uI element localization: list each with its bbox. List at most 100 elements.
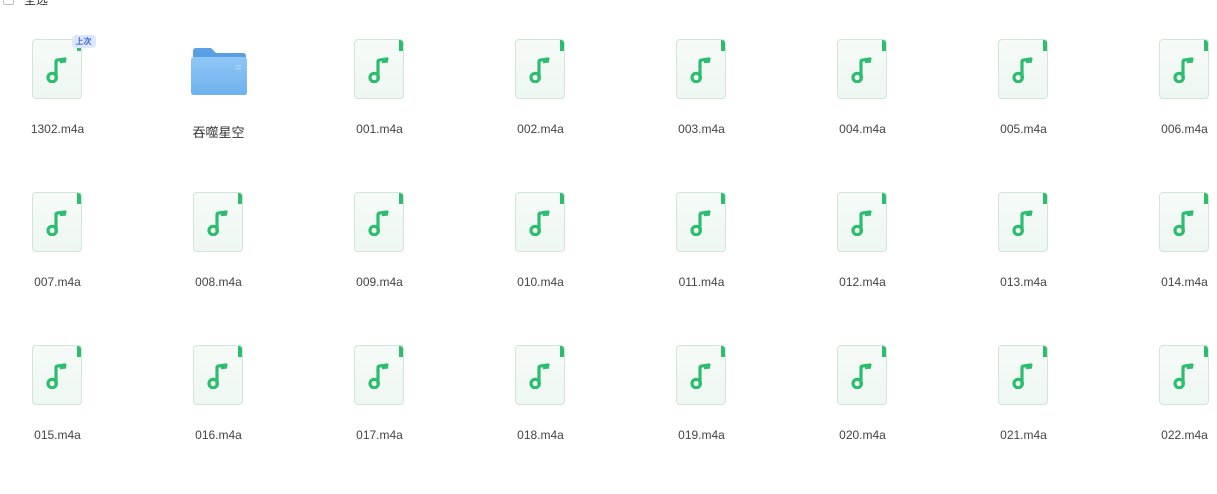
item-icon bbox=[31, 345, 84, 407]
file-corner bbox=[76, 346, 81, 357]
item-icon bbox=[675, 192, 728, 254]
file-item[interactable]: 022.m4a bbox=[1104, 339, 1217, 492]
item-icon bbox=[997, 345, 1050, 407]
file-item[interactable]: 009.m4a bbox=[299, 186, 460, 339]
item-icon bbox=[190, 39, 247, 101]
audio-file-icon bbox=[836, 345, 887, 405]
music-note-icon bbox=[1011, 210, 1033, 236]
file-item[interactable]: 001.m4a bbox=[299, 33, 460, 186]
item-icon bbox=[31, 192, 84, 254]
item-name: 022.m4a bbox=[1161, 428, 1208, 442]
folder-item[interactable]: 吞噬星空 bbox=[138, 33, 299, 186]
item-name: 013.m4a bbox=[1000, 275, 1047, 289]
item-icon bbox=[836, 192, 889, 254]
file-item[interactable]: 012.m4a bbox=[782, 186, 943, 339]
item-name: 006.m4a bbox=[1161, 122, 1208, 136]
item-icon bbox=[1158, 192, 1211, 254]
file-corner bbox=[237, 193, 242, 204]
audio-file-icon bbox=[514, 39, 565, 99]
file-item[interactable]: 010.m4a bbox=[460, 186, 621, 339]
file-item[interactable]: 018.m4a bbox=[460, 339, 621, 492]
file-item[interactable]: 005.m4a bbox=[943, 33, 1104, 186]
audio-file-icon bbox=[836, 39, 887, 99]
file-item[interactable]: 016.m4a bbox=[138, 339, 299, 492]
audio-file-icon bbox=[353, 39, 404, 99]
item-icon: 上次 bbox=[31, 35, 96, 101]
audio-file-icon bbox=[675, 345, 726, 405]
audio-file-icon bbox=[675, 39, 726, 99]
item-icon bbox=[514, 192, 567, 254]
item-icon bbox=[353, 345, 406, 407]
file-item[interactable]: 008.m4a bbox=[138, 186, 299, 339]
file-item[interactable]: 002.m4a bbox=[460, 33, 621, 186]
music-note-icon bbox=[45, 57, 67, 83]
audio-file-icon bbox=[192, 192, 243, 252]
item-name: 007.m4a bbox=[34, 275, 81, 289]
audio-file-icon bbox=[192, 345, 243, 405]
music-note-icon bbox=[528, 57, 550, 83]
file-item[interactable]: 004.m4a bbox=[782, 33, 943, 186]
file-corner bbox=[720, 193, 725, 204]
file-item[interactable]: 003.m4a bbox=[621, 33, 782, 186]
file-item[interactable]: 014.m4a bbox=[1104, 186, 1217, 339]
file-item[interactable]: 006.m4a bbox=[1104, 33, 1217, 186]
item-name: 012.m4a bbox=[839, 275, 886, 289]
file-corner bbox=[559, 40, 564, 51]
audio-file-icon bbox=[836, 192, 887, 252]
item-icon bbox=[514, 39, 567, 101]
item-name: 005.m4a bbox=[1000, 122, 1047, 136]
music-note-icon bbox=[45, 363, 67, 389]
file-item[interactable]: 021.m4a bbox=[943, 339, 1104, 492]
select-all[interactable]: 全选 bbox=[3, 0, 48, 7]
file-corner bbox=[1042, 346, 1047, 357]
audio-file-icon bbox=[997, 39, 1048, 99]
audio-file-icon bbox=[997, 345, 1048, 405]
item-name: 004.m4a bbox=[839, 122, 886, 136]
folder-icon bbox=[190, 48, 247, 95]
music-note-icon bbox=[206, 210, 228, 236]
file-corner bbox=[881, 346, 886, 357]
music-note-icon bbox=[367, 210, 389, 236]
item-icon bbox=[514, 345, 567, 407]
file-corner bbox=[1042, 40, 1047, 51]
file-item[interactable]: 017.m4a bbox=[299, 339, 460, 492]
music-note-icon bbox=[1011, 57, 1033, 83]
file-item[interactable]: 019.m4a bbox=[621, 339, 782, 492]
item-icon bbox=[192, 192, 245, 254]
file-item[interactable]: 007.m4a bbox=[0, 186, 138, 339]
file-corner bbox=[1042, 193, 1047, 204]
item-name: 008.m4a bbox=[195, 275, 242, 289]
audio-file-icon bbox=[353, 192, 404, 252]
file-item[interactable]: 015.m4a bbox=[0, 339, 138, 492]
music-note-icon bbox=[850, 57, 872, 83]
item-icon bbox=[836, 39, 889, 101]
file-corner bbox=[559, 193, 564, 204]
file-corner bbox=[1203, 346, 1208, 357]
music-note-icon bbox=[689, 363, 711, 389]
file-corner bbox=[398, 193, 403, 204]
file-item[interactable]: 013.m4a bbox=[943, 186, 1104, 339]
item-name: 003.m4a bbox=[678, 122, 725, 136]
checkbox-icon[interactable] bbox=[3, 0, 14, 5]
music-note-icon bbox=[367, 363, 389, 389]
music-note-icon bbox=[1172, 363, 1194, 389]
file-grid: 上次 1302.m4a 吞噬星空 001.m4a 002.m4a 003.m4a 004.m… bbox=[0, 33, 1217, 492]
file-corner bbox=[398, 346, 403, 357]
folder-icon bbox=[189, 43, 249, 97]
item-icon bbox=[353, 192, 406, 254]
item-icon bbox=[675, 345, 728, 407]
file-corner bbox=[881, 193, 886, 204]
file-item[interactable]: 上次 1302.m4a bbox=[0, 33, 138, 186]
music-note-icon bbox=[528, 210, 550, 236]
item-name: 021.m4a bbox=[1000, 428, 1047, 442]
item-name: 020.m4a bbox=[839, 428, 886, 442]
audio-file-icon bbox=[514, 345, 565, 405]
file-corner bbox=[720, 40, 725, 51]
file-item[interactable]: 020.m4a bbox=[782, 339, 943, 492]
file-item[interactable]: 011.m4a bbox=[621, 186, 782, 339]
file-corner bbox=[398, 40, 403, 51]
item-name: 019.m4a bbox=[678, 428, 725, 442]
item-name: 001.m4a bbox=[356, 122, 403, 136]
music-note-icon bbox=[850, 210, 872, 236]
audio-file-icon bbox=[1158, 192, 1209, 252]
